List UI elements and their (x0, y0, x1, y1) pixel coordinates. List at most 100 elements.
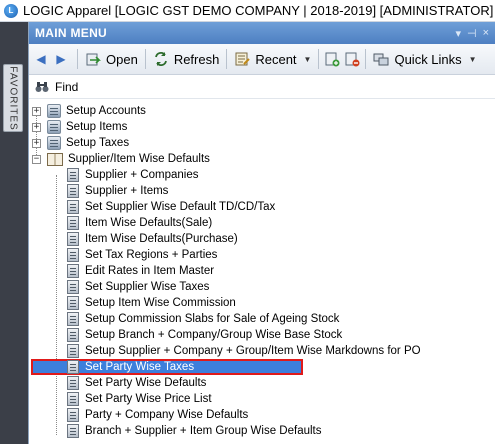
tree-item-selected[interactable]: Set Party Wise Taxes (67, 359, 194, 375)
open-button[interactable]: Open (81, 47, 142, 71)
tree-node-supplier-item-wise-defaults[interactable]: Supplier/Item Wise Defaults (47, 151, 210, 167)
menu-item-icon (67, 264, 79, 278)
tree-item-label: Branch + Supplier + Item Group Wise Defa… (85, 425, 322, 437)
toolbar-separator (77, 49, 78, 69)
tree-item[interactable]: Set Supplier Wise Taxes (67, 279, 209, 295)
tree-item[interactable]: Setup Supplier + Company + Group/Item Wi… (67, 343, 421, 359)
toolbar-separator (365, 49, 367, 69)
menu-item-icon (67, 184, 79, 198)
tree-node-setup-items[interactable]: Setup Items (47, 119, 127, 135)
menu-item-icon (67, 200, 79, 214)
panel-controls: ▾ ⊣ × (455, 27, 489, 40)
menu-item-icon (67, 328, 79, 342)
tree-item[interactable]: Setup Branch + Company/Group Wise Base S… (67, 327, 342, 343)
remove-favorite-icon (345, 52, 360, 67)
tree-node-label: Setup Accounts (66, 105, 146, 117)
refresh-button-label: Refresh (173, 51, 220, 67)
panel-close-icon[interactable]: × (483, 27, 489, 40)
quick-links-button[interactable]: Quick Links ▼ (369, 47, 480, 71)
tree-item[interactable]: Setup Commission Slabs for Sale of Agein… (67, 311, 339, 327)
tree-item-label: Set Supplier Wise Default TD/CD/Tax (85, 201, 276, 213)
window-title: LOGIC Apparel [LOGIC GST DEMO COMPANY | … (23, 3, 494, 18)
menu-group-icon (47, 120, 61, 134)
panel-pin-icon[interactable]: ⊣ (467, 27, 477, 40)
tree-item-label: Supplier + Companies (85, 169, 199, 181)
favorites-tab[interactable]: FAVORITES (3, 64, 23, 132)
window-title-bar: L LOGIC Apparel [LOGIC GST DEMO COMPANY … (0, 0, 495, 22)
panel-menu-icon[interactable]: ▾ (455, 27, 461, 40)
main-menu-panel: MAIN MENU ▾ ⊣ × ◀ ▶ Open Refresh Recent … (28, 22, 495, 444)
remove-favorite-button[interactable] (342, 47, 362, 71)
tree-item[interactable]: Item Wise Defaults(Sale) (67, 215, 212, 231)
tree-item-label: Item Wise Defaults(Sale) (85, 217, 213, 229)
collapse-supplier-item-wise-defaults[interactable]: − (32, 155, 41, 164)
menu-group-icon (47, 104, 61, 118)
tree-node-setup-taxes[interactable]: Setup Taxes (47, 135, 129, 151)
menu-item-icon (67, 344, 79, 358)
forward-arrow-icon[interactable]: ▶ (53, 51, 69, 67)
tree-item[interactable]: Set Tax Regions + Parties (67, 247, 217, 263)
tree-item-label: Set Party Wise Price List (85, 393, 212, 405)
tree-item[interactable]: Supplier + Companies (67, 167, 198, 183)
tree-node-setup-accounts[interactable]: Setup Accounts (47, 103, 146, 119)
tree-item-label: Setup Branch + Company/Group Wise Base S… (85, 329, 343, 341)
tree-item[interactable]: Item Wise Defaults(Purchase) (67, 231, 238, 247)
main-menu-title: MAIN MENU (35, 26, 108, 40)
tree-node-label: Setup Items (66, 121, 128, 133)
tree-item[interactable]: Set Supplier Wise Default TD/CD/Tax (67, 199, 275, 215)
recent-icon (235, 52, 251, 66)
recent-button-label: Recent (255, 51, 297, 67)
tree-item-label: Set Party Wise Defaults (85, 377, 207, 389)
tree-item[interactable]: Edit Rates in Item Master (67, 263, 214, 279)
tree-item-label: Set Tax Regions + Parties (85, 249, 218, 261)
refresh-button[interactable]: Refresh (149, 47, 224, 71)
tree-item-label: Supplier + Items (85, 185, 169, 197)
menu-item-icon (67, 392, 79, 406)
menu-item-icon (67, 216, 79, 230)
tree-item[interactable]: Party + Company Wise Defaults (67, 407, 248, 423)
add-favorite-button[interactable] (322, 47, 342, 71)
toolbar-separator (318, 49, 320, 69)
favorites-tab-label: FAVORITES (7, 65, 19, 131)
tree-connector (36, 111, 37, 159)
menu-item-icon (67, 424, 79, 438)
refresh-icon (154, 52, 167, 66)
recent-dropdown-icon: ▼ (303, 54, 312, 64)
menu-item-icon (67, 376, 79, 390)
tree-item-label: Setup Item Wise Commission (85, 297, 236, 309)
tree-item[interactable]: Set Party Wise Defaults (67, 375, 206, 391)
add-favorite-icon (325, 52, 340, 67)
tree-item-label: Setup Supplier + Company + Group/Item Wi… (85, 345, 421, 357)
menu-item-icon (67, 312, 79, 326)
toolbar-separator (144, 49, 146, 69)
expand-setup-accounts[interactable]: + (32, 107, 41, 116)
menu-item-icon (67, 280, 79, 294)
tree-item-label: Set Party Wise Taxes (85, 361, 195, 373)
expand-setup-items[interactable]: + (32, 123, 41, 132)
recent-button[interactable]: Recent ▼ (230, 47, 315, 71)
tree-item[interactable]: Setup Item Wise Commission (67, 295, 236, 311)
menu-item-icon (67, 408, 79, 422)
open-book-icon (47, 152, 63, 166)
menu-group-icon (47, 136, 61, 150)
tree-connector (56, 175, 57, 435)
binoculars-icon (35, 81, 49, 92)
back-arrow-icon[interactable]: ◀ (33, 51, 49, 67)
tree-item[interactable]: Branch + Supplier + Item Group Wise Defa… (67, 423, 322, 439)
quick-links-dropdown-icon: ▼ (468, 54, 477, 64)
expand-setup-taxes[interactable]: + (32, 139, 41, 148)
menu-tree: + Setup Accounts + Setup Items + Setup T… (29, 99, 495, 442)
tree-node-label: Supplier/Item Wise Defaults (68, 153, 210, 165)
menu-item-icon (67, 232, 79, 246)
tree-item[interactable]: Supplier + Items (67, 183, 168, 199)
toolbar: ◀ ▶ Open Refresh Recent ▼ Quick Links ▼ (29, 44, 495, 75)
tree-item-label: Item Wise Defaults(Purchase) (85, 233, 238, 245)
find-row[interactable]: Find (29, 75, 495, 99)
open-button-label: Open (106, 51, 138, 67)
menu-item-icon (67, 296, 79, 310)
tree-item-label: Edit Rates in Item Master (85, 265, 215, 277)
menu-item-icon (67, 248, 79, 262)
left-dock-strip: FAVORITES (0, 22, 28, 444)
tree-item[interactable]: Set Party Wise Price List (67, 391, 212, 407)
open-icon (86, 53, 101, 66)
